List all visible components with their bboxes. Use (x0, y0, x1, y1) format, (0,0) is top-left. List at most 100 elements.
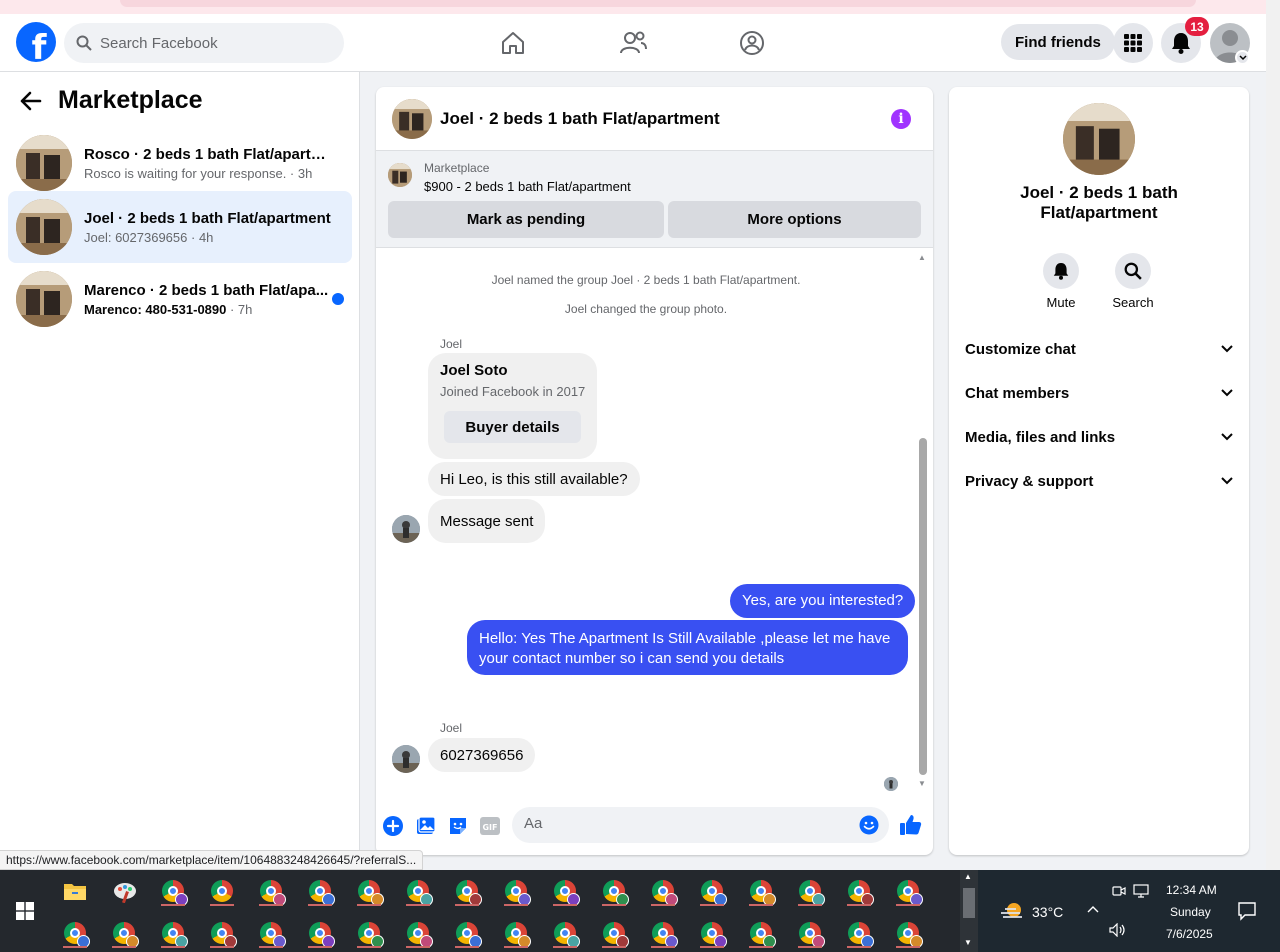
conversation-time: 7h (237, 301, 253, 317)
volume-icon[interactable] (1109, 923, 1127, 937)
chrome-app-icon[interactable] (305, 876, 335, 906)
taskbar-scrollbar[interactable]: ▲ ▼ (960, 870, 978, 952)
conversation-item[interactable]: Rosco · 2 beds 1 bath Flat/apartme... Ro… (8, 127, 352, 199)
clock-date[interactable]: 7/6/2025 (1166, 927, 1213, 941)
gif-icon[interactable]: GIF (479, 815, 501, 837)
privacy-support-section[interactable]: Privacy & support (965, 461, 1233, 501)
chrome-app-icon[interactable] (550, 876, 580, 906)
listing-price-title[interactable]: $900 - 2 beds 1 bath Flat/apartment (424, 179, 631, 194)
file-explorer-icon[interactable] (60, 876, 90, 906)
chrome-app-icon[interactable] (256, 918, 286, 948)
notification-center-icon[interactable] (1237, 901, 1257, 921)
search-input[interactable] (100, 34, 320, 52)
facebook-logo[interactable]: f (16, 22, 56, 62)
chrome-app-icon[interactable] (354, 876, 384, 906)
chrome-app-icon[interactable] (844, 876, 874, 906)
plus-icon[interactable] (382, 815, 404, 837)
chrome-app-icon[interactable] (550, 918, 580, 948)
chrome-app-icon[interactable] (452, 876, 482, 906)
sender-avatar[interactable] (392, 515, 420, 543)
listing-thumbnail[interactable] (388, 163, 412, 187)
chrome-app-icon[interactable] (697, 876, 727, 906)
buyer-name: Joel Soto (440, 362, 508, 379)
chat-header: Joel · 2 beds 1 bath Flat/apartment i (376, 87, 933, 151)
search-conversation-button[interactable]: Search (1103, 253, 1163, 310)
mute-button[interactable]: Mute (1031, 253, 1091, 310)
menu-grid-icon[interactable] (1113, 23, 1153, 63)
chrome-app-icon[interactable] (207, 918, 237, 948)
buyer-details-button[interactable]: Buyer details (444, 411, 581, 443)
chrome-app-icon[interactable] (746, 918, 776, 948)
chrome-app-icon[interactable] (158, 876, 188, 906)
conversation-item-active[interactable]: Joel · 2 beds 1 bath Flat/apartment Joel… (8, 191, 352, 263)
sender-avatar[interactable] (392, 745, 420, 773)
clock-time[interactable]: 12:34 AM (1166, 883, 1217, 897)
chrome-app-icon[interactable] (452, 918, 482, 948)
conversation-preview: Marenco: 480-531-0890 (84, 301, 227, 317)
listing-bar: Marketplace $900 - 2 beds 1 bath Flat/ap… (376, 151, 933, 248)
group-photo[interactable] (1063, 103, 1135, 175)
friends-icon[interactable] (616, 26, 650, 60)
window-scrollbar[interactable] (1266, 0, 1280, 870)
incoming-message: Message sent (428, 499, 546, 543)
customize-chat-section[interactable]: Customize chat (965, 329, 1233, 369)
chrome-app-icon[interactable] (697, 918, 727, 948)
conversation-item[interactable]: Marenco · 2 beds 1 bath Flat/apa... Mare… (8, 263, 352, 335)
chrome-app-icon[interactable] (354, 918, 384, 948)
message-input-box[interactable] (512, 807, 889, 843)
home-icon[interactable] (496, 26, 530, 60)
chrome-app-icon[interactable] (256, 876, 286, 906)
chat-title[interactable]: Joel · 2 beds 1 bath Flat/apartment (440, 109, 720, 129)
chrome-app-icon[interactable] (844, 918, 874, 948)
chrome-app-icon[interactable] (648, 918, 678, 948)
clock-day[interactable]: Sunday (1170, 905, 1211, 919)
like-icon[interactable] (899, 813, 923, 837)
conversation-time: 4h (198, 229, 214, 245)
chrome-app-icon[interactable] (893, 876, 923, 906)
chrome-app-icon[interactable] (648, 876, 678, 906)
chrome-app-icon[interactable] (305, 918, 335, 948)
message-input[interactable] (524, 815, 844, 832)
chrome-app-icon[interactable] (599, 918, 629, 948)
chrome-app-icon[interactable] (501, 876, 531, 906)
chevron-down-icon[interactable] (1235, 50, 1250, 65)
page-title: Marketplace (58, 86, 203, 114)
find-friends-button[interactable]: Find friends (1001, 24, 1115, 60)
system-message: Joel named the group Joel · 2 beds 1 bat… (491, 273, 801, 287)
chrome-app-icon[interactable] (795, 918, 825, 948)
windows-icon[interactable] (10, 896, 40, 926)
chrome-app-icon[interactable] (599, 876, 629, 906)
network-icon[interactable] (1133, 884, 1149, 898)
search-box[interactable] (64, 23, 344, 63)
weather-icon[interactable] (1000, 901, 1024, 921)
chrome-app-icon[interactable] (207, 876, 237, 906)
chrome-app-icon[interactable] (403, 876, 433, 906)
message-scrollbar[interactable]: ▲ ▼ (917, 253, 929, 789)
chrome-app-icon[interactable] (158, 918, 188, 948)
weather-temperature[interactable]: 33°C (1032, 904, 1063, 920)
chrome-app-icon[interactable] (893, 918, 923, 948)
chrome-app-icon[interactable] (109, 918, 139, 948)
chrome-app-icon[interactable] (795, 876, 825, 906)
buyer-joined: Joined Facebook in 2017 (440, 384, 586, 399)
sticker-icon[interactable] (447, 815, 469, 837)
back-arrow-icon[interactable] (20, 91, 42, 111)
meet-now-icon[interactable] (1112, 884, 1126, 898)
photo-icon[interactable] (415, 815, 437, 837)
groups-icon[interactable] (735, 26, 769, 60)
chrome-app-icon[interactable] (501, 918, 531, 948)
conversation-title: Marenco · 2 beds 1 bath Flat/apa... (84, 281, 329, 299)
chrome-app-icon[interactable] (746, 876, 776, 906)
mark-as-pending-button[interactable]: Mark as pending (388, 201, 664, 238)
chrome-app-icon[interactable] (60, 918, 90, 948)
emoji-icon[interactable] (859, 815, 879, 835)
chat-avatar[interactable] (392, 98, 432, 139)
paint-app-icon[interactable] (110, 876, 140, 906)
chat-members-section[interactable]: Chat members (965, 373, 1233, 413)
chrome-app-icon[interactable] (403, 918, 433, 948)
chevron-up-icon[interactable] (1087, 905, 1099, 913)
status-bar-link: https://www.facebook.com/marketplace/ite… (0, 850, 424, 870)
media-files-links-section[interactable]: Media, files and links (965, 417, 1233, 457)
more-options-button[interactable]: More options (668, 201, 921, 238)
info-icon[interactable]: i (891, 109, 911, 129)
